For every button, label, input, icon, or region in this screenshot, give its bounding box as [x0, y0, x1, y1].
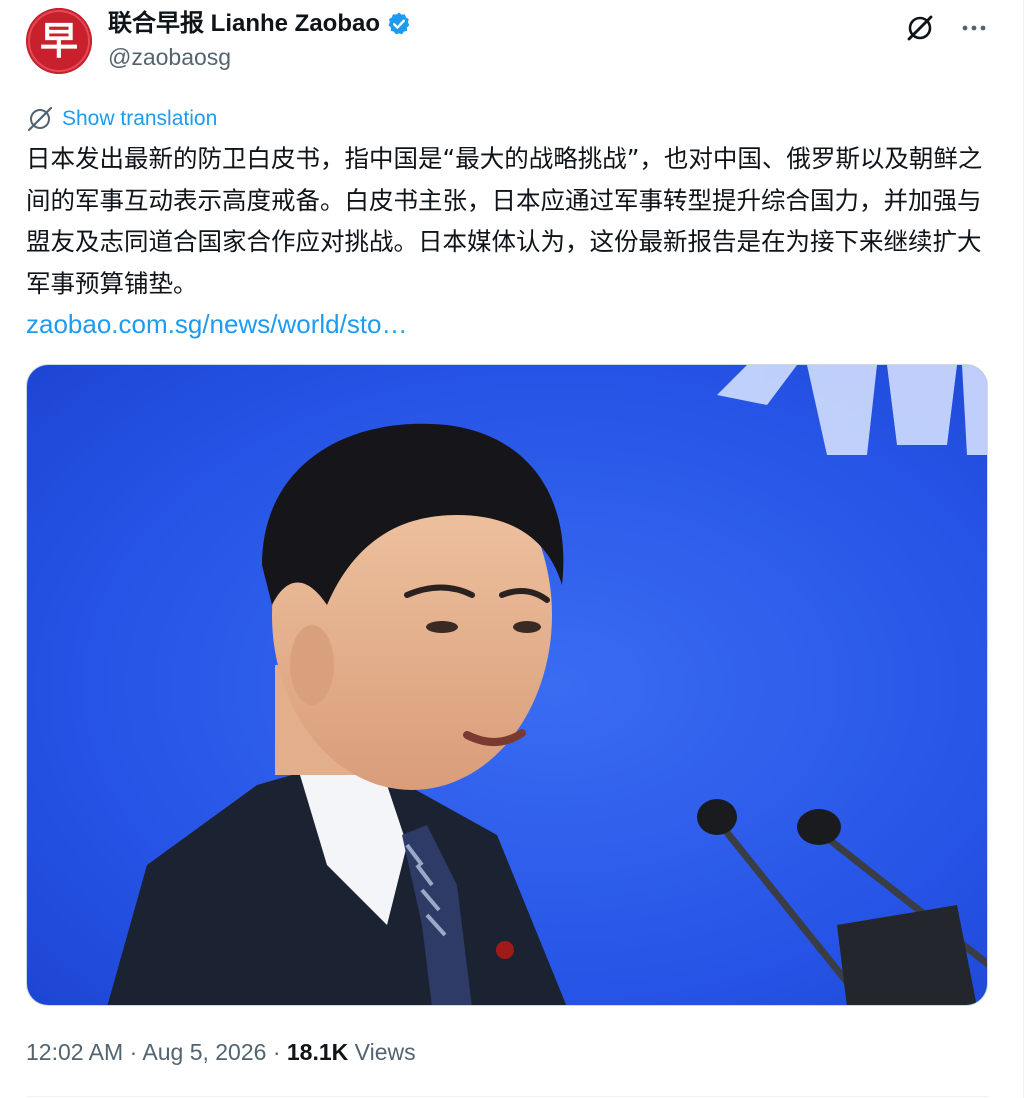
column-divider — [1023, 0, 1024, 1098]
globe-slash-icon — [26, 105, 54, 133]
more-icon[interactable] — [956, 10, 992, 46]
display-name[interactable]: 联合早报 Lianhe Zaobao — [108, 8, 412, 40]
display-name-text: 联合早报 Lianhe Zaobao — [108, 10, 381, 37]
header-actions — [902, 10, 992, 46]
timestamp-date[interactable]: Aug 5, 2026 — [142, 1039, 266, 1065]
tweet-text: 日本发出最新的防卫白皮书，指中国是“最大的战略挑战”，也对中国、俄罗斯以及朝鲜之… — [26, 144, 983, 298]
views-count: 18.1K — [286, 1039, 349, 1065]
article-link[interactable]: zaobao.com.sg/news/world/sto… — [26, 304, 408, 344]
divider — [26, 1096, 988, 1097]
tweet-meta: 12:02 AM · Aug 5, 2026 · 18.1K Views — [26, 1036, 416, 1068]
timestamp-time[interactable]: 12:02 AM — [26, 1039, 123, 1065]
grok-icon[interactable] — [902, 10, 938, 46]
show-translation-link[interactable]: Show translation — [62, 107, 217, 131]
tweet-photo[interactable] — [26, 364, 988, 1006]
avatar-glyph: 早 — [40, 19, 78, 63]
meta-separator: · — [272, 1039, 281, 1065]
verified-badge-icon — [386, 11, 412, 37]
author-block: 联合早报 Lianhe Zaobao @zaobaosg — [108, 8, 412, 72]
show-translation-row[interactable]: Show translation — [26, 104, 217, 134]
meta-separator: · — [129, 1039, 138, 1065]
avatar[interactable]: 早 — [26, 8, 92, 74]
views-label: Views — [354, 1039, 416, 1065]
tweet-header: 早 联合早报 Lianhe Zaobao @zaobaosg — [26, 4, 992, 80]
author-handle[interactable]: @zaobaosg — [108, 42, 412, 72]
